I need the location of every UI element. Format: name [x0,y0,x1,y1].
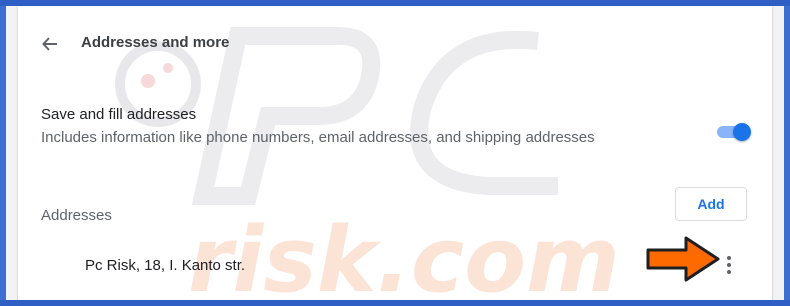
window-bottom-border [0,300,790,306]
arrow-left-icon [42,37,57,51]
toggle-knob [733,123,751,141]
save-fill-toggle[interactable] [715,120,753,142]
more-vertical-icon-dot [727,270,731,274]
setting-title: Save and fill addresses [41,106,197,123]
save-fill-addresses-setting: Save and fill addresses Includes informa… [41,106,761,156]
address-text: Pc Risk, 18, I. Kanto str. [85,257,246,274]
more-vertical-icon-dot [727,263,731,267]
more-actions-button[interactable] [717,251,741,279]
settings-card: risk.com Addresses and more Save and fil… [18,6,772,300]
back-button[interactable] [36,30,64,58]
address-list-item: Pc Risk, 18, I. Kanto str. [18,246,772,284]
more-vertical-icon [727,256,731,260]
page-header: Addresses and more [18,28,772,60]
addresses-section-label: Addresses [41,207,112,224]
add-address-button[interactable]: Add [675,187,747,221]
page-title: Addresses and more [81,34,230,51]
setting-description: Includes information like phone numbers,… [41,129,595,146]
